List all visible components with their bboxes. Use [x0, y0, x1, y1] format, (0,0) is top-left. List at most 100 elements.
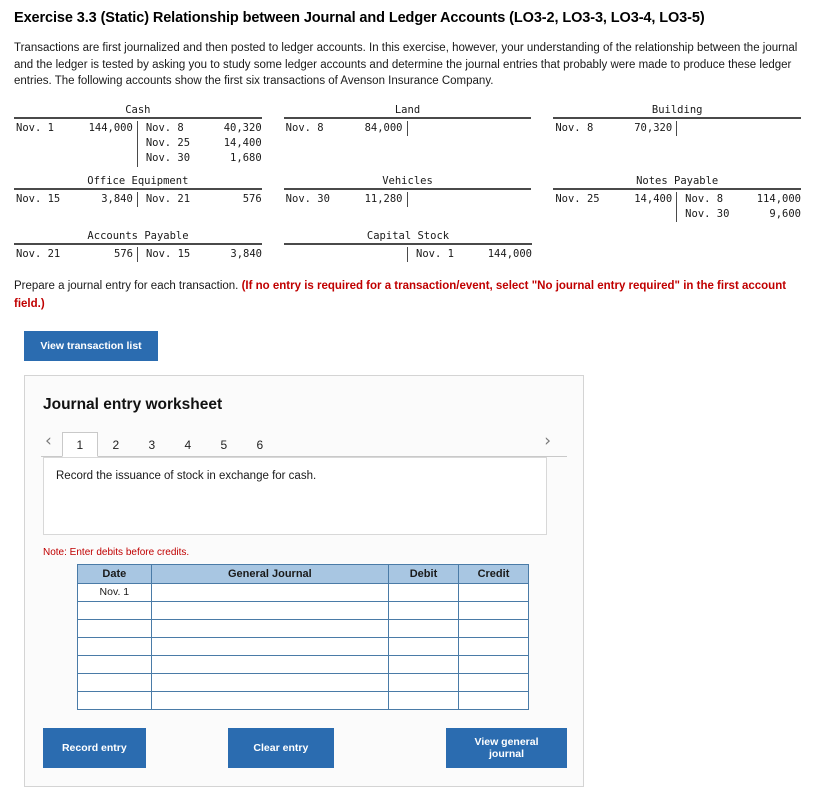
t-account-debit-side: Nov. 8 84,000	[284, 121, 408, 137]
journal-date-cell[interactable]: Nov. 1	[77, 582, 152, 602]
journal-entry-row	[77, 636, 530, 656]
t-account-entry	[414, 192, 532, 207]
worksheet-tab-1[interactable]: 1	[61, 431, 98, 457]
entry-date: Nov. 30	[285, 192, 330, 205]
entry-date: Nov. 1	[16, 122, 54, 135]
t-account-entry	[14, 136, 133, 151]
entry-amount: 3,840	[101, 192, 133, 205]
entry-amount	[127, 151, 133, 166]
t-account-name: Vehicles	[283, 175, 532, 190]
journal-account-cell[interactable]	[150, 654, 390, 674]
journal-credit-cell[interactable]	[457, 690, 530, 710]
entry-date	[414, 121, 422, 136]
t-account-entry: Nov. 25 14,400	[553, 192, 672, 207]
entry-date	[284, 247, 292, 262]
prev-arrow-icon[interactable]: ‹	[41, 433, 62, 452]
journal-debit-cell[interactable]	[388, 672, 459, 692]
journal-date-cell[interactable]	[77, 654, 152, 674]
journal-credit-cell[interactable]	[457, 636, 530, 656]
t-account: Notes Payable Nov. 25 14,400 Nov. 8 114,000…	[553, 175, 802, 223]
journal-debit-cell[interactable]	[388, 636, 459, 656]
general-journal-table: Date General Journal Debit Credit Nov. 1	[77, 563, 530, 710]
journal-account-cell[interactable]	[150, 600, 390, 620]
journal-date-cell[interactable]	[77, 672, 152, 692]
worksheet-tab-3[interactable]: 3	[134, 432, 170, 456]
entry-amount: 3,840	[230, 248, 262, 261]
entry-amount: 14,400	[634, 192, 673, 205]
t-account: Land Nov. 8 84,000	[283, 104, 532, 167]
col-header-general-journal: General Journal	[150, 563, 390, 584]
t-account-name: Cash	[14, 104, 262, 120]
entry-amount: 9,600	[769, 207, 801, 220]
t-account-body: Nov. 8 84,000	[284, 119, 532, 137]
worksheet-tabs: ‹ 123456 ›	[41, 430, 567, 457]
entry-date: Nov. 8	[685, 192, 724, 205]
worksheet-tab-2[interactable]: 2	[98, 432, 134, 456]
t-account-credit-side: Nov. 15 3,840	[138, 247, 262, 262]
entry-amount: 144,000	[88, 122, 133, 135]
journal-entry-row	[77, 654, 530, 674]
journal-debit-cell[interactable]	[388, 600, 459, 620]
t-account-debit-side: Nov. 1 144,000	[14, 121, 138, 167]
clear-entry-button[interactable]: Clear entry	[227, 727, 335, 768]
worksheet-heading: Journal entry worksheet	[43, 395, 223, 413]
journal-entry-worksheet-panel: Journal entry worksheet ‹ 123456 › Recor…	[24, 374, 584, 787]
entry-date	[414, 192, 422, 207]
journal-credit-cell[interactable]	[457, 672, 530, 692]
worksheet-tab-5[interactable]: 5	[206, 432, 242, 456]
t-account-entry	[683, 121, 801, 136]
ledger-account-row: Office Equipment Nov. 15 3,840 Nov. 21 576 Ve…	[14, 175, 802, 223]
journal-entry-row	[77, 600, 530, 620]
journal-account-cell[interactable]	[150, 690, 390, 710]
prepare-instruction: Prepare a journal entry for each transac…	[14, 278, 799, 313]
journal-credit-cell[interactable]	[457, 600, 530, 620]
t-account-debit-side	[284, 247, 408, 263]
col-header-date: Date	[77, 563, 152, 584]
journal-credit-cell[interactable]	[457, 654, 530, 674]
view-transaction-list-wrap: View transaction list	[24, 330, 801, 361]
t-account-entry: Nov. 30 11,280	[284, 192, 403, 207]
journal-credit-cell[interactable]	[457, 618, 530, 638]
t-account-entry	[553, 207, 672, 222]
t-account-name: Building	[553, 104, 802, 120]
entry-date: Nov. 8	[285, 122, 324, 135]
t-account: Accounts Payable Nov. 21 576 Nov. 15 3,840	[14, 230, 262, 263]
worksheet-tab-4[interactable]: 4	[170, 432, 206, 456]
next-arrow-icon[interactable]: ›	[540, 433, 561, 452]
journal-account-cell[interactable]	[150, 636, 390, 656]
t-account-body: Nov. 1 144,000 Nov. 8 40,320 Nov. 25 14,400 N…	[14, 119, 262, 167]
entry-date: Nov. 8	[145, 122, 184, 135]
entry-amount: 144,000	[487, 248, 532, 261]
journal-date-cell[interactable]	[77, 636, 152, 656]
journal-account-cell[interactable]	[150, 618, 390, 638]
journal-date-cell[interactable]	[77, 618, 152, 638]
journal-credit-cell[interactable]	[457, 582, 530, 602]
t-account-body: Nov. 8 70,320	[553, 119, 801, 137]
journal-debit-cell[interactable]	[388, 690, 459, 710]
debits-before-credits-note: Note: Enter debits before credits.	[43, 546, 190, 558]
view-general-journal-button[interactable]: View general journal	[446, 727, 568, 768]
journal-debit-cell[interactable]	[388, 618, 459, 638]
view-transaction-list-button[interactable]: View transaction list	[24, 330, 158, 361]
exercise-page: Exercise 3.3 (Static) Relationship betwe…	[0, 0, 815, 787]
journal-account-cell[interactable]	[150, 582, 390, 602]
t-account: Office Equipment Nov. 15 3,840 Nov. 21 576	[14, 175, 262, 222]
worksheet-tab-6[interactable]: 6	[242, 432, 278, 456]
journal-debit-cell[interactable]	[388, 654, 459, 674]
t-account-entry: Nov. 30 9,600	[683, 207, 801, 222]
entry-date: Nov. 25	[555, 192, 600, 205]
t-account-entry: Nov. 8 70,320	[553, 121, 672, 136]
t-account-credit-side	[408, 192, 532, 207]
entry-amount: 70,320	[634, 122, 673, 135]
entry-amount: 40,320	[223, 122, 262, 135]
t-account-entry: Nov. 15 3,840	[14, 192, 133, 207]
journal-account-cell[interactable]	[150, 672, 390, 692]
worksheet-button-row: Record entry Clear entry View general jo…	[43, 727, 568, 768]
journal-date-cell[interactable]	[77, 690, 152, 710]
record-entry-button[interactable]: Record entry	[43, 727, 146, 768]
entry-date	[553, 207, 561, 222]
journal-date-cell[interactable]	[77, 600, 152, 620]
journal-debit-cell[interactable]	[388, 582, 459, 602]
entry-date: Nov. 8	[555, 122, 594, 135]
t-account-entry: Nov. 8 40,320	[144, 121, 262, 136]
